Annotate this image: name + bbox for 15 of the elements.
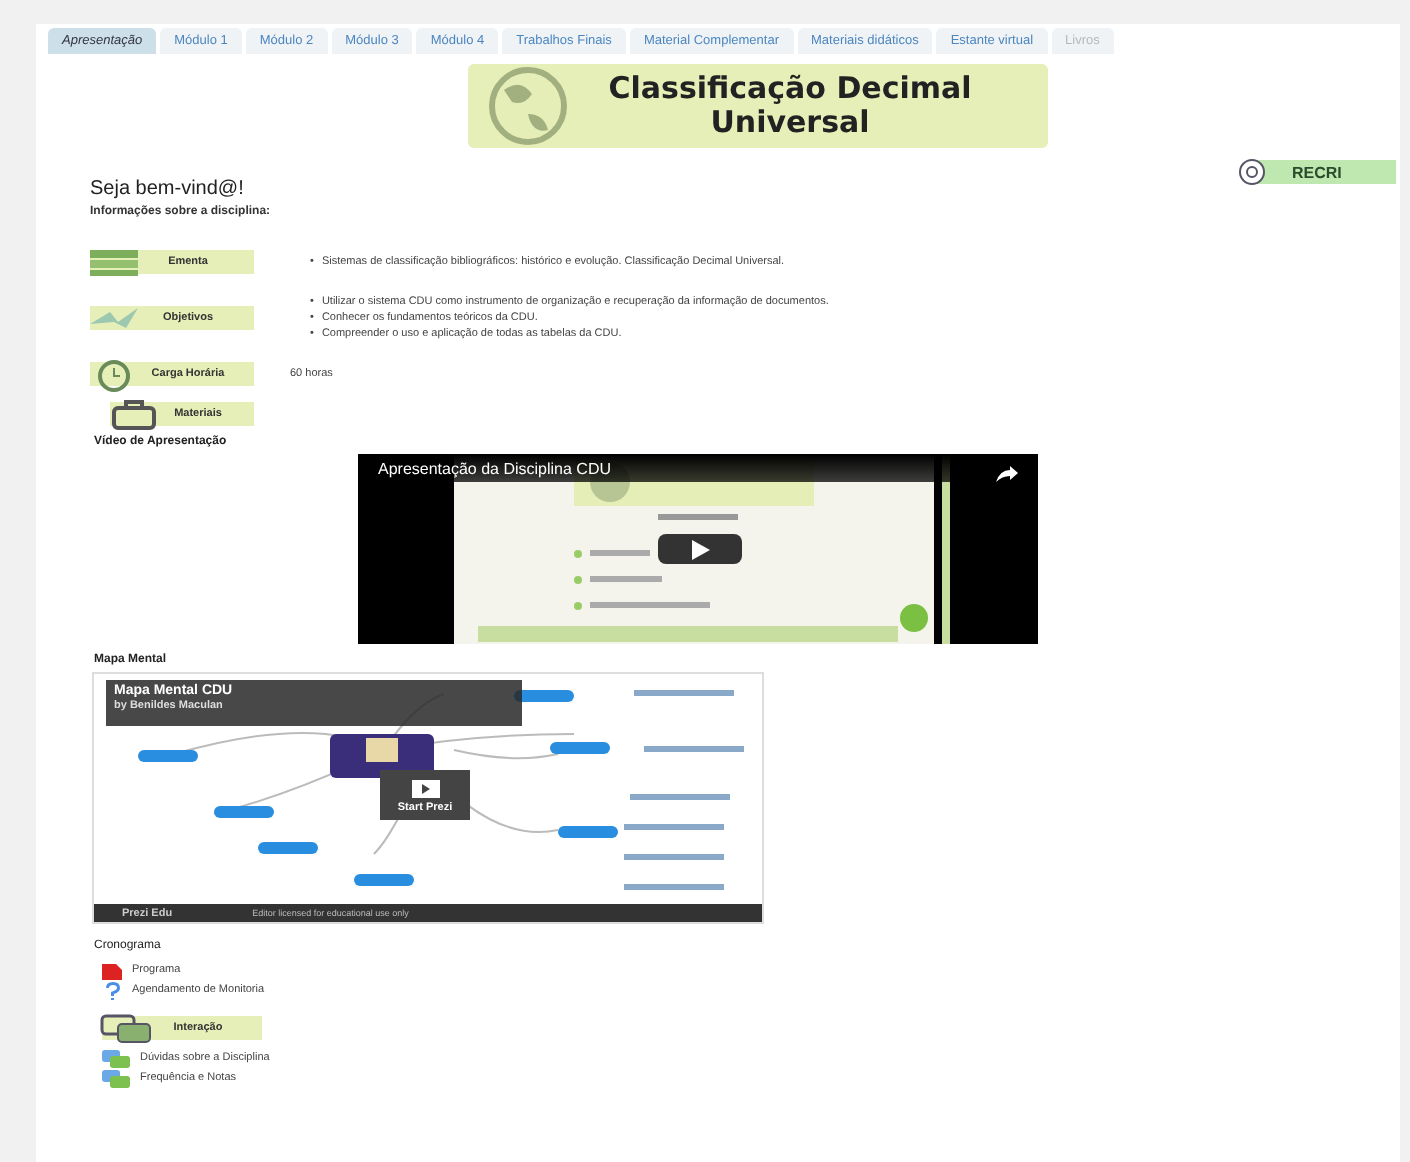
share-icon [994, 464, 1018, 484]
screen-play-icon [409, 777, 441, 801]
section-icon [86, 244, 142, 280]
chat-bubbles-icon [102, 1069, 130, 1087]
toolbox-icon [106, 396, 162, 432]
chat-icon [98, 1012, 154, 1044]
play-icon [690, 539, 710, 559]
question-icon [102, 981, 122, 999]
video-title: Apresentação da Disciplina CDU [378, 460, 611, 478]
chat-bubbles-icon [102, 1049, 130, 1067]
play-button[interactable] [658, 534, 742, 564]
document-icon [102, 961, 122, 979]
welcome-heading: Seja bem-vind@! [90, 178, 246, 200]
badge-label: RECRI [1292, 163, 1342, 181]
banner-title: Classificação Decimal Universal [606, 72, 974, 140]
